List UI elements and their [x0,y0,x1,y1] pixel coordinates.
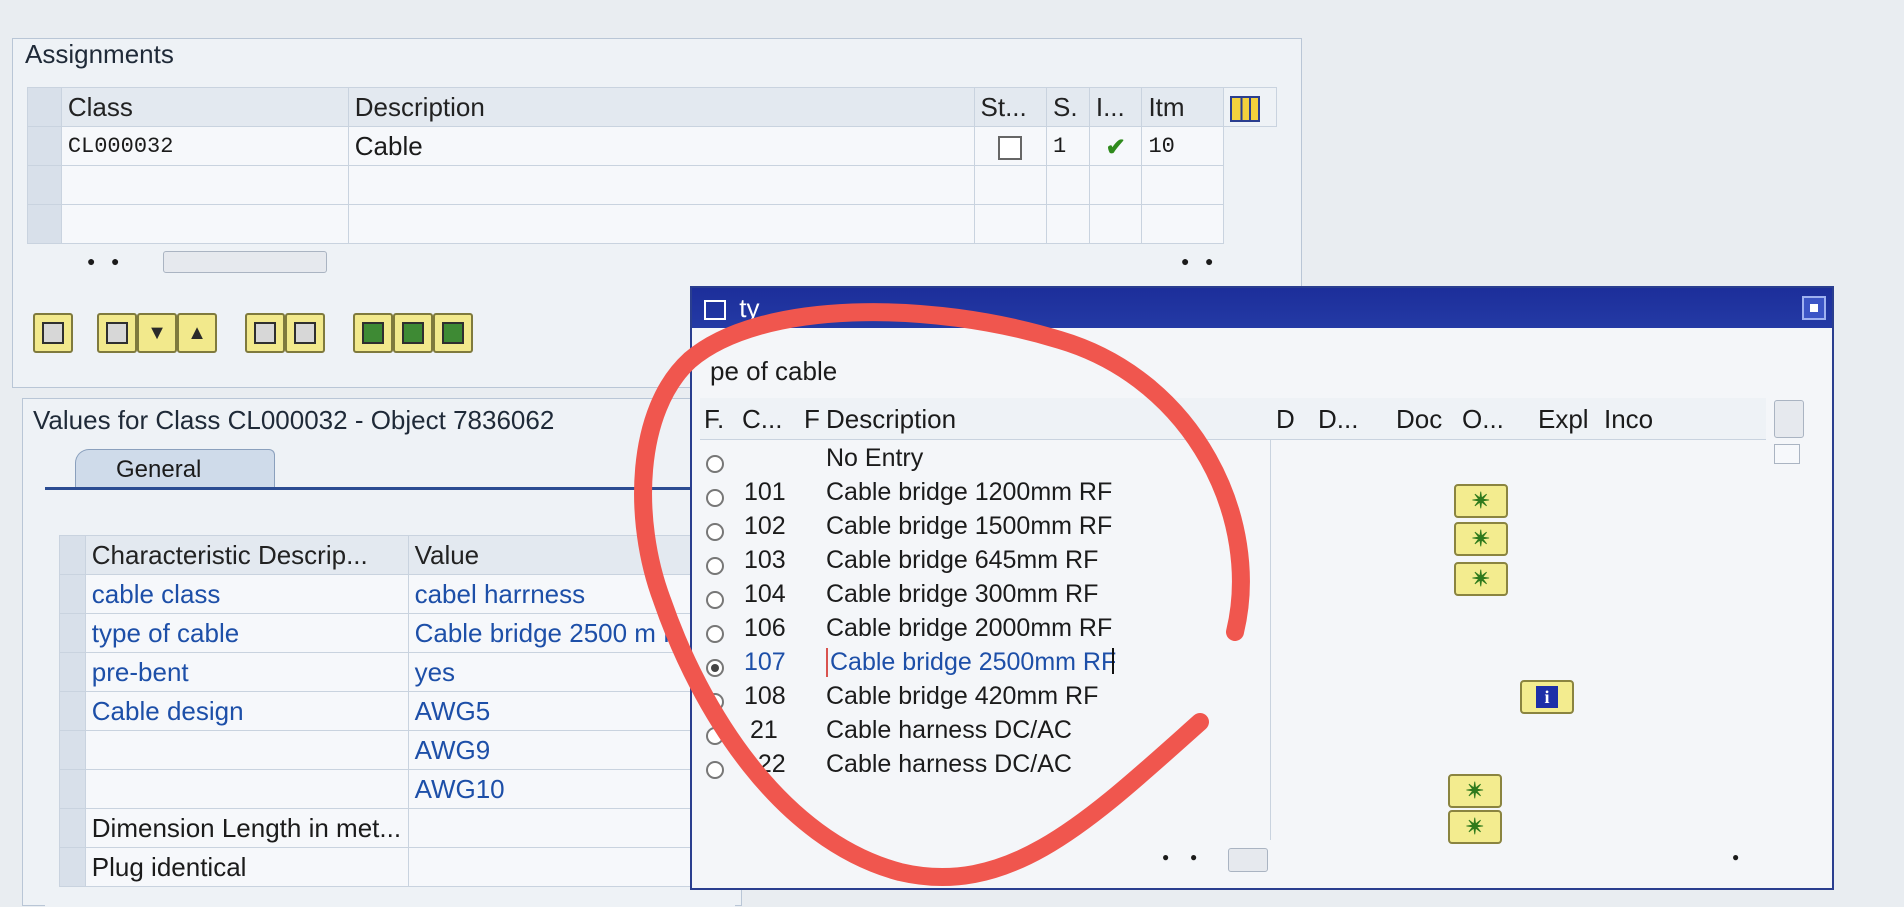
annotation-circle [634,303,1250,886]
annotation-circle-stroke [634,303,1250,886]
